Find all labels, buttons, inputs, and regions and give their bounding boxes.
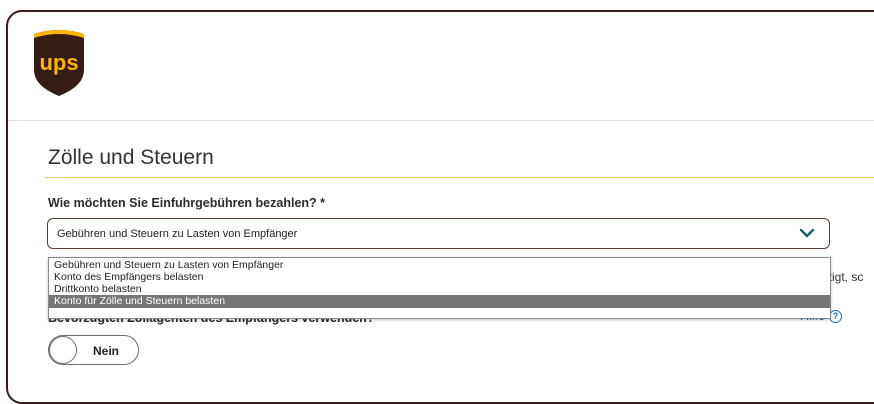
option-third-party-account[interactable]: Drittkonto belasten — [49, 283, 830, 295]
chevron-down-icon[interactable] — [799, 227, 815, 239]
title-divider — [45, 177, 874, 178]
header: ups — [8, 12, 874, 121]
payment-method-select[interactable]: Gebühren und Steuern zu Lasten von Empfä… — [47, 218, 830, 249]
option-duties-taxes-account[interactable]: Konto für Zölle und Steuern belasten — [49, 295, 830, 308]
section-title: Zölle und Steuern — [48, 146, 214, 169]
customs-agent-toggle[interactable]: Nein — [48, 335, 139, 365]
toggle-knob — [50, 337, 76, 363]
page-frame: ups Zölle und Steuern Wie möchten Sie Ei… — [6, 10, 874, 404]
select-current-value: Gebühren und Steuern zu Lasten von Empfä… — [57, 228, 298, 240]
option-recipient-pays[interactable]: Gebühren und Steuern zu Lasten von Empfä… — [49, 259, 830, 271]
option-recipient-account[interactable]: Konto des Empfängers belasten — [49, 271, 830, 283]
logo-text: ups — [39, 50, 78, 75]
toggle-label: Nein — [93, 344, 120, 358]
payment-options-list[interactable]: Gebühren und Steuern zu Lasten von Empfä… — [48, 257, 831, 319]
ups-logo[interactable]: ups — [30, 26, 88, 98]
payment-question-label: Wie möchten Sie Einfuhrgebühren bezahlen… — [48, 196, 326, 210]
